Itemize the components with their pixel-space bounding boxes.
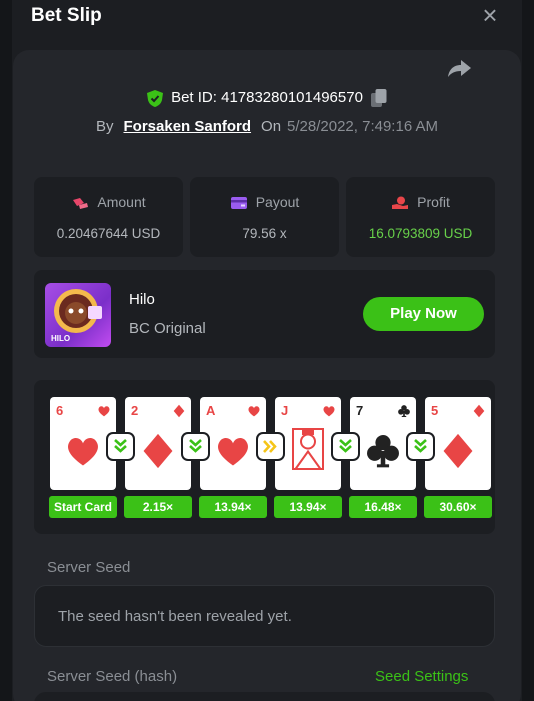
- multiplier-badge: 13.94×: [199, 496, 267, 518]
- heart-suit-icon: [292, 427, 324, 470]
- playing-card: 5: [425, 397, 491, 490]
- heart-suit-icon: [323, 406, 335, 417]
- verified-shield-icon: [147, 89, 164, 107]
- club-suit-icon: [398, 405, 410, 418]
- card-rank: 5: [431, 403, 439, 418]
- heart-suit-icon: [248, 406, 260, 417]
- playing-card: J: [275, 397, 341, 490]
- profit-value: 16.0793809 USD: [368, 226, 473, 241]
- coins-icon: [73, 198, 89, 210]
- modal-title: Bet Slip: [31, 5, 102, 26]
- modal-header: Bet Slip ×: [12, 0, 522, 34]
- card-rank: J: [281, 403, 289, 418]
- card-rank: 6: [56, 403, 64, 418]
- game-card: HILO Hilo BC Original Play Now: [34, 270, 495, 358]
- payout-value: 79.56 x: [242, 226, 287, 241]
- lower-arrow-icon: [408, 434, 433, 459]
- profit-card: Profit 16.0793809 USD: [346, 177, 495, 257]
- diamond-suit-icon: [143, 433, 173, 468]
- heart-suit-icon: [98, 406, 110, 417]
- club-suit-icon: [367, 434, 399, 467]
- lower-arrow-icon: [333, 434, 358, 459]
- diamond-suit-icon: [173, 404, 185, 418]
- amount-card: Amount 0.20467644 USD: [34, 177, 183, 257]
- playing-card: 2: [125, 397, 191, 490]
- bet-slip-modal: Bet Slip × Bet ID: 41783280101496570 By F…: [12, 0, 522, 701]
- bet-id: Bet ID: 41783280101496570: [171, 89, 363, 106]
- server-seed-value: The seed hasn't been revealed yet.: [58, 608, 292, 625]
- close-button[interactable]: ×: [478, 2, 502, 28]
- server-seed-hash-field[interactable]: [34, 692, 495, 701]
- bet-id-row: Bet ID: 41783280101496570: [13, 88, 521, 108]
- amount-label: Amount: [97, 194, 146, 210]
- card-rank: 2: [131, 403, 139, 418]
- money-hand-icon: [392, 196, 409, 210]
- copy-icon[interactable]: [370, 89, 387, 108]
- hilo-logo-icon: HILO: [51, 289, 102, 343]
- lower-arrow-icon: [108, 434, 133, 459]
- game-subtitle: BC Original: [129, 320, 206, 337]
- hilo-thumbnail[interactable]: HILO: [45, 283, 111, 347]
- multiplier-badge: 2.15×: [124, 496, 192, 518]
- bet-date: 5/28/2022, 7:49:16 AM: [287, 118, 438, 135]
- lower-arrow-icon: [183, 434, 208, 459]
- bet-details-panel: Bet ID: 41783280101496570 By Forsaken San…: [13, 50, 521, 701]
- thumb-label: HILO: [51, 334, 70, 343]
- heart-suit-icon: [68, 437, 98, 465]
- card-rank: 7: [356, 403, 364, 418]
- payout-card: Payout 79.56 x: [190, 177, 339, 257]
- multiplier-badge: 16.48×: [349, 496, 417, 518]
- cards-strip: 6 Start Card 2 2.15× A 13.94× J 13.94× 7 16.48× 5 3…: [34, 380, 495, 534]
- multiplier-badge: Start Card: [49, 496, 117, 518]
- amount-value: 0.20467644 USD: [56, 226, 161, 241]
- playing-card: 7: [350, 397, 416, 490]
- profit-label: Profit: [417, 194, 450, 210]
- skip-arrow-icon: [258, 434, 283, 459]
- on-label: On: [261, 118, 282, 135]
- diamond-suit-icon: [473, 404, 485, 418]
- server-seed-label: Server Seed: [47, 559, 131, 576]
- bettor-row: By Forsaken Sanford On 5/28/2022, 7:49:16 A…: [13, 117, 521, 137]
- heart-suit-icon: [218, 437, 248, 465]
- diamond-suit-icon: [443, 433, 473, 468]
- multiplier-badge: 13.94×: [274, 496, 342, 518]
- playing-card: 6: [50, 397, 116, 490]
- user-link[interactable]: Forsaken Sanford: [124, 118, 252, 135]
- payout-label: Payout: [255, 194, 300, 210]
- seed-settings-link[interactable]: Seed Settings: [375, 667, 468, 687]
- card-rank: A: [206, 403, 216, 418]
- share-icon[interactable]: [445, 58, 473, 78]
- server-seed-hash-label: Server Seed (hash): [47, 668, 178, 685]
- game-name: Hilo: [129, 291, 155, 308]
- multiplier-badge: 30.60×: [424, 496, 492, 518]
- play-now-button[interactable]: Play Now: [363, 297, 484, 331]
- by-label: By: [95, 118, 114, 135]
- server-seed-field[interactable]: The seed hasn't been revealed yet.: [34, 585, 495, 647]
- wallet-icon: [230, 197, 247, 210]
- playing-card: A: [200, 397, 266, 490]
